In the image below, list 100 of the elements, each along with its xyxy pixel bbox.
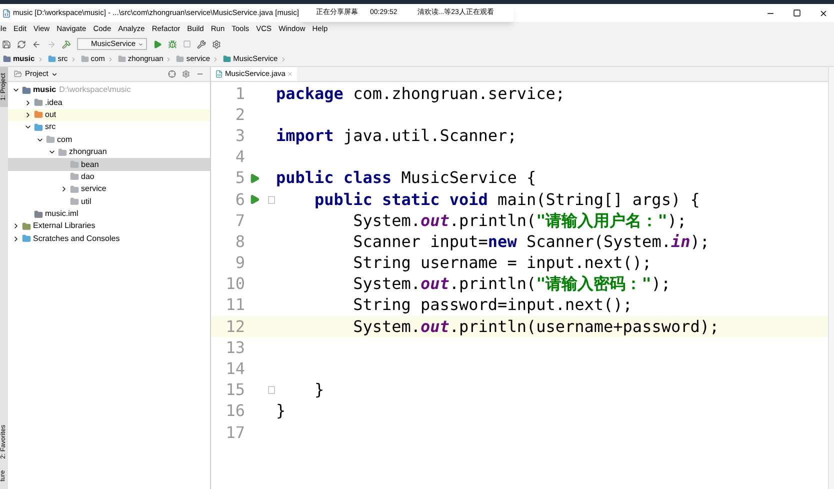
line-number: 1	[234, 82, 246, 105]
line-number: 16	[224, 400, 246, 422]
tree-label: Scratches and Consoles	[33, 234, 120, 243]
code-line: }	[314, 379, 324, 402]
panel-icon	[14, 70, 22, 78]
tree-label: bean	[81, 160, 99, 169]
fold-marker-icon[interactable]	[268, 386, 275, 394]
code-line: Scanner input=new Scanner(System.in);	[352, 230, 710, 253]
chevron-icon	[36, 56, 44, 62]
line-number: 4	[234, 146, 246, 168]
folder-icon	[34, 122, 43, 132]
code-line: }	[276, 400, 286, 422]
caret-icon	[51, 70, 58, 78]
chevron-icon	[165, 56, 172, 62]
folder-icon	[118, 55, 126, 63]
code-line: System.out.println(username+password);	[352, 316, 720, 338]
caret-icon	[138, 40, 143, 48]
folder-icon	[70, 197, 79, 206]
close-icon[interactable]	[819, 8, 828, 18]
fold-marker-icon[interactable]	[268, 196, 275, 204]
folder-icon	[22, 234, 31, 244]
code-line: public static void main(String[] args) {	[314, 188, 700, 211]
folder-icon	[70, 160, 79, 170]
line-number: 17	[224, 422, 246, 444]
folder-icon	[22, 86, 31, 95]
chevron-icon	[70, 56, 77, 62]
folder-icon	[34, 98, 43, 108]
hammer-icon[interactable]	[62, 40, 71, 48]
tree-label: src	[45, 123, 56, 132]
line-number: 10	[224, 273, 246, 296]
refresh-icon[interactable]	[17, 40, 26, 48]
folder-icon	[3, 55, 11, 63]
chevron-icon	[280, 56, 287, 62]
back-icon[interactable]	[32, 40, 41, 48]
folder-icon	[58, 148, 67, 157]
save-icon[interactable]	[2, 40, 11, 48]
code-line: public class MusicService {	[276, 167, 536, 190]
line-number: 15	[224, 379, 246, 402]
tree-item[interactable]: .idea	[8, 96, 210, 109]
settings-icon[interactable]	[212, 40, 221, 48]
folder-icon	[34, 210, 43, 219]
tree-item[interactable]: Scratches and Consoles	[8, 232, 210, 246]
tree-item[interactable]: com	[8, 134, 210, 146]
folder-icon	[223, 55, 232, 63]
run-icon[interactable]	[153, 40, 162, 48]
debug-icon[interactable]	[168, 40, 177, 48]
tree-item[interactable]: out	[8, 108, 210, 122]
tree-label: zhongruan	[69, 148, 107, 156]
tree-item[interactable]: util	[8, 196, 210, 208]
tree-label: .idea	[45, 98, 62, 107]
code-line: import java.util.Scanner;	[276, 124, 517, 147]
folder-icon	[70, 172, 79, 182]
line-number: 13	[224, 336, 246, 359]
close-icon	[287, 71, 294, 77]
folder-icon	[176, 55, 184, 63]
folder-icon	[70, 184, 79, 194]
tree-label: External Libraries	[33, 222, 96, 230]
line-number: 9	[234, 252, 246, 274]
file-icon	[215, 70, 223, 78]
tree-item[interactable]: src	[8, 121, 210, 134]
tree-item[interactable]: music.iml	[8, 208, 210, 220]
run-gutter-icon[interactable]	[249, 194, 260, 206]
maximize-icon[interactable]	[793, 9, 801, 17]
tree-item[interactable]: service	[8, 183, 210, 196]
app-icon	[2, 8, 11, 18]
line-number: 11	[224, 294, 246, 316]
tree-label: music	[33, 86, 56, 94]
tree-item[interactable]: dao	[8, 170, 210, 184]
tree-label: com	[57, 136, 72, 144]
code-line: String password=input.next();	[352, 294, 632, 316]
line-number: 7	[234, 210, 246, 232]
code-line: System.out.println("请输入用户名：");	[352, 210, 687, 232]
code-line: String username = input.next();	[352, 252, 652, 274]
wrench-icon[interactable]	[197, 40, 206, 48]
line-number: 2	[234, 104, 246, 126]
run-gutter-icon[interactable]	[249, 172, 260, 184]
settings-icon[interactable]	[182, 70, 190, 78]
chevron-icon	[212, 56, 220, 62]
tree-item[interactable]: zhongruan	[8, 146, 210, 158]
line-number: 12	[224, 316, 246, 338]
tree-label: dao	[81, 172, 94, 181]
code-line: package com.zhongruan.service;	[276, 82, 565, 105]
line-number: 6	[234, 188, 246, 211]
folder-icon	[22, 222, 31, 231]
tree-label: out	[45, 110, 56, 119]
folder-icon	[80, 55, 89, 63]
tree-item[interactable]: music D:\workspace\music	[8, 84, 210, 96]
tree-item[interactable]: External Libraries	[8, 220, 210, 233]
locate-icon[interactable]	[168, 70, 176, 78]
code-line: System.out.println("请输入密码：");	[352, 273, 671, 296]
line-number: 8	[234, 230, 246, 253]
tree-item[interactable]: bean	[8, 158, 210, 171]
folder-icon	[34, 110, 43, 120]
tree-label: util	[81, 198, 92, 206]
line-number: 5	[234, 167, 246, 190]
line-number: 14	[224, 358, 246, 380]
folder-icon	[48, 55, 56, 63]
chevron-icon	[106, 56, 114, 62]
tree-label: music.iml	[45, 210, 78, 218]
folder-icon	[46, 135, 55, 144]
